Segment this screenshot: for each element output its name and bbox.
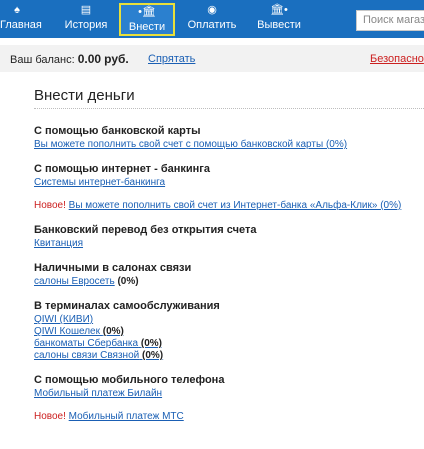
balance-text: Ваш баланс: 0.00 руб. [10, 52, 129, 66]
balance-amount: 0.00 [77, 52, 102, 66]
section-ibank-title: С помощью интернет - банкинга [34, 163, 210, 175]
section-terminals-title: В терминалах самообслуживания [34, 300, 220, 312]
nav-label-pay: Оплатить [187, 19, 237, 31]
nav-item-deposit[interactable]: •🏛 Внести [119, 3, 175, 36]
qiwi-link[interactable]: QIWI (КИВИ) [34, 314, 93, 325]
nav-item-home[interactable]: ♠ Главная [0, 3, 42, 36]
history-icon: ▤ [80, 4, 92, 16]
section-cash: Наличными в салонах связи салоны Евросет… [34, 261, 424, 288]
section-alfa: Новое! Вы можете пополнить свой счет из … [34, 200, 424, 212]
mts-link[interactable]: Мобильный платеж МТС [69, 411, 184, 422]
pay-icon: ◉ [207, 4, 217, 16]
card-topup-link[interactable]: Вы можете пополнить свой счет с помощью … [34, 139, 347, 150]
euroset-link[interactable]: салоны Евросеть [34, 276, 115, 287]
svyaznoy-link[interactable]: салоны связи Связной (0%) [34, 350, 163, 361]
withdraw-icon: 🏛• [270, 4, 288, 16]
svyaznoy-label: салоны связи Связной [34, 350, 140, 361]
nav-label-history: История [64, 19, 108, 31]
top-navigation: ♠ Главная ▤ История •🏛 Внести ◉ Оплатить… [0, 0, 424, 38]
beeline-link[interactable]: Мобильный платеж Билайн [34, 388, 162, 399]
sberbank-atm-label: банкоматы Сбербанка [34, 338, 139, 349]
qiwi-wallet-label: QIWI Кошелек [34, 326, 100, 337]
balance-currency: руб. [104, 52, 129, 66]
svyaznoy-commission: (0%) [142, 350, 164, 361]
section-mobile-title: С помощью мобильного телефона [34, 374, 225, 386]
sberbank-commission: (0%) [140, 338, 162, 349]
section-terminals: В терминалах самообслуживания QIWI (КИВИ… [34, 299, 424, 362]
section-mts: Новое! Мобильный платеж МТС [34, 411, 424, 423]
nav-item-pay[interactable]: ◉ Оплатить [184, 3, 240, 36]
new-badge-mts: Новое! [34, 411, 66, 422]
section-mobile: С помощью мобильного телефона Мобильный … [34, 373, 424, 400]
euroset-commission: (0%) [117, 276, 139, 287]
nav-label-withdraw: Вывести [257, 19, 301, 31]
home-icon: ♠ [14, 4, 20, 16]
qiwi-wallet-commission: (0%) [102, 326, 124, 337]
balance-bar: Ваш баланс: 0.00 руб. Спрятать Безопасно [0, 45, 424, 72]
qiwi-wallet-link[interactable]: QIWI Кошелек (0%) [34, 326, 124, 337]
nav-label-deposit: Внести [128, 21, 166, 33]
section-cash-title: Наличными в салонах связи [34, 262, 192, 274]
nav-item-history[interactable]: ▤ История [60, 3, 112, 36]
section-transfer-title: Банковский перевод без открытия счета [34, 224, 257, 236]
new-badge: Новое! [34, 200, 66, 211]
nav-item-withdraw[interactable]: 🏛• Вывести [254, 3, 304, 36]
deposit-methods: С помощью банковской карты Вы можете поп… [34, 124, 424, 434]
receipt-link[interactable]: Квитанция [34, 238, 83, 249]
section-card-title: С помощью банковской карты [34, 125, 201, 137]
hide-balance-link[interactable]: Спрятать [148, 53, 195, 65]
section-card: С помощью банковской карты Вы можете поп… [34, 124, 424, 151]
deposit-icon: •🏛 [138, 6, 156, 18]
section-ibank: С помощью интернет - банкинга Системы ин… [34, 162, 424, 189]
balance-label: Ваш баланс: [10, 54, 78, 66]
page-title: Внести деньги [34, 87, 135, 104]
nav-label-home: Главная [0, 19, 42, 31]
sberbank-atm-link[interactable]: банкоматы Сбербанка (0%) [34, 338, 162, 349]
ibank-systems-link[interactable]: Системы интернет-банкинга [34, 177, 165, 188]
section-transfer: Банковский перевод без открытия счета Кв… [34, 223, 424, 250]
search-input[interactable]: Поиск магаз [356, 10, 424, 31]
alfa-click-link[interactable]: Вы можете пополнить свой счет из Интерне… [69, 200, 402, 211]
security-link[interactable]: Безопасно [370, 53, 424, 65]
title-divider [34, 108, 424, 109]
